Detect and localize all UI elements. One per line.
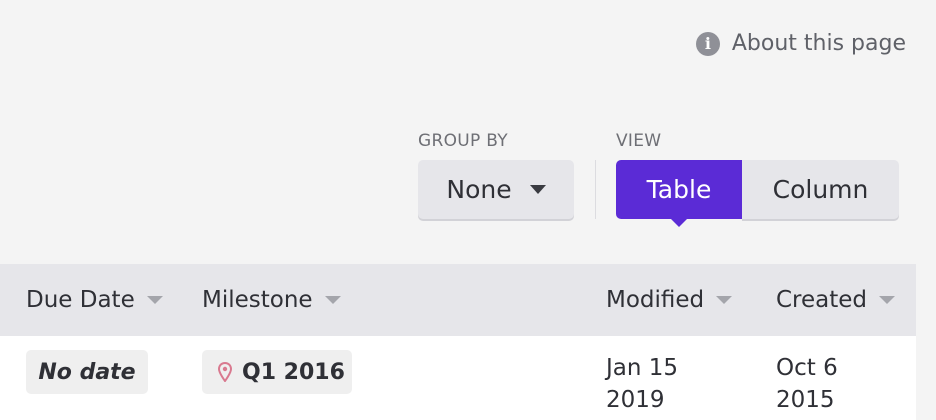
location-pin-icon [218,362,232,382]
created-cell: Oct 6 2015 [776,352,838,416]
column-header-label: Created [776,287,868,313]
modified-cell: Jan 15 2019 [606,352,678,416]
modified-year: 2019 [606,387,665,413]
group-by-label: GROUP BY [418,131,508,151]
chevron-down-icon [529,185,546,194]
modified-date: Jan 15 [606,355,679,381]
column-header-created[interactable]: Created [776,264,896,336]
about-page-link[interactable]: i About this page [695,31,906,56]
column-header-label: Modified [606,287,705,313]
group-by-dropdown[interactable]: None [418,160,574,219]
sort-caret-icon [324,296,341,304]
milestone-label: Q1 2016 [242,359,345,385]
view-toggle: Table Column [616,160,899,227]
due-date-badge[interactable]: No date [26,350,148,394]
info-icon: i [695,31,720,56]
sort-caret-icon [716,296,733,304]
sort-caret-icon [146,296,163,304]
column-header-milestone[interactable]: Milestone [202,264,341,336]
milestone-badge[interactable]: Q1 2016 [202,350,352,394]
group-by-value: None [446,175,512,204]
view-table-button[interactable]: Table [616,160,742,227]
table-header: Due Date Milestone Modified Created [0,264,916,336]
created-year: 2015 [776,387,835,413]
column-header-label: Milestone [202,287,313,313]
column-header-due-date[interactable]: Due Date [26,264,163,336]
table-row[interactable]: No date Q1 2016 Jan 15 2019 Oct 6 2015 [0,336,916,420]
view-label: VIEW [616,131,662,151]
view-column-button[interactable]: Column [742,160,899,219]
sort-caret-icon [879,296,896,304]
created-date: Oct 6 [776,355,838,381]
column-header-modified[interactable]: Modified [606,264,733,336]
column-header-label: Due Date [26,287,135,313]
controls-divider [595,160,596,219]
about-page-label: About this page [731,31,906,56]
